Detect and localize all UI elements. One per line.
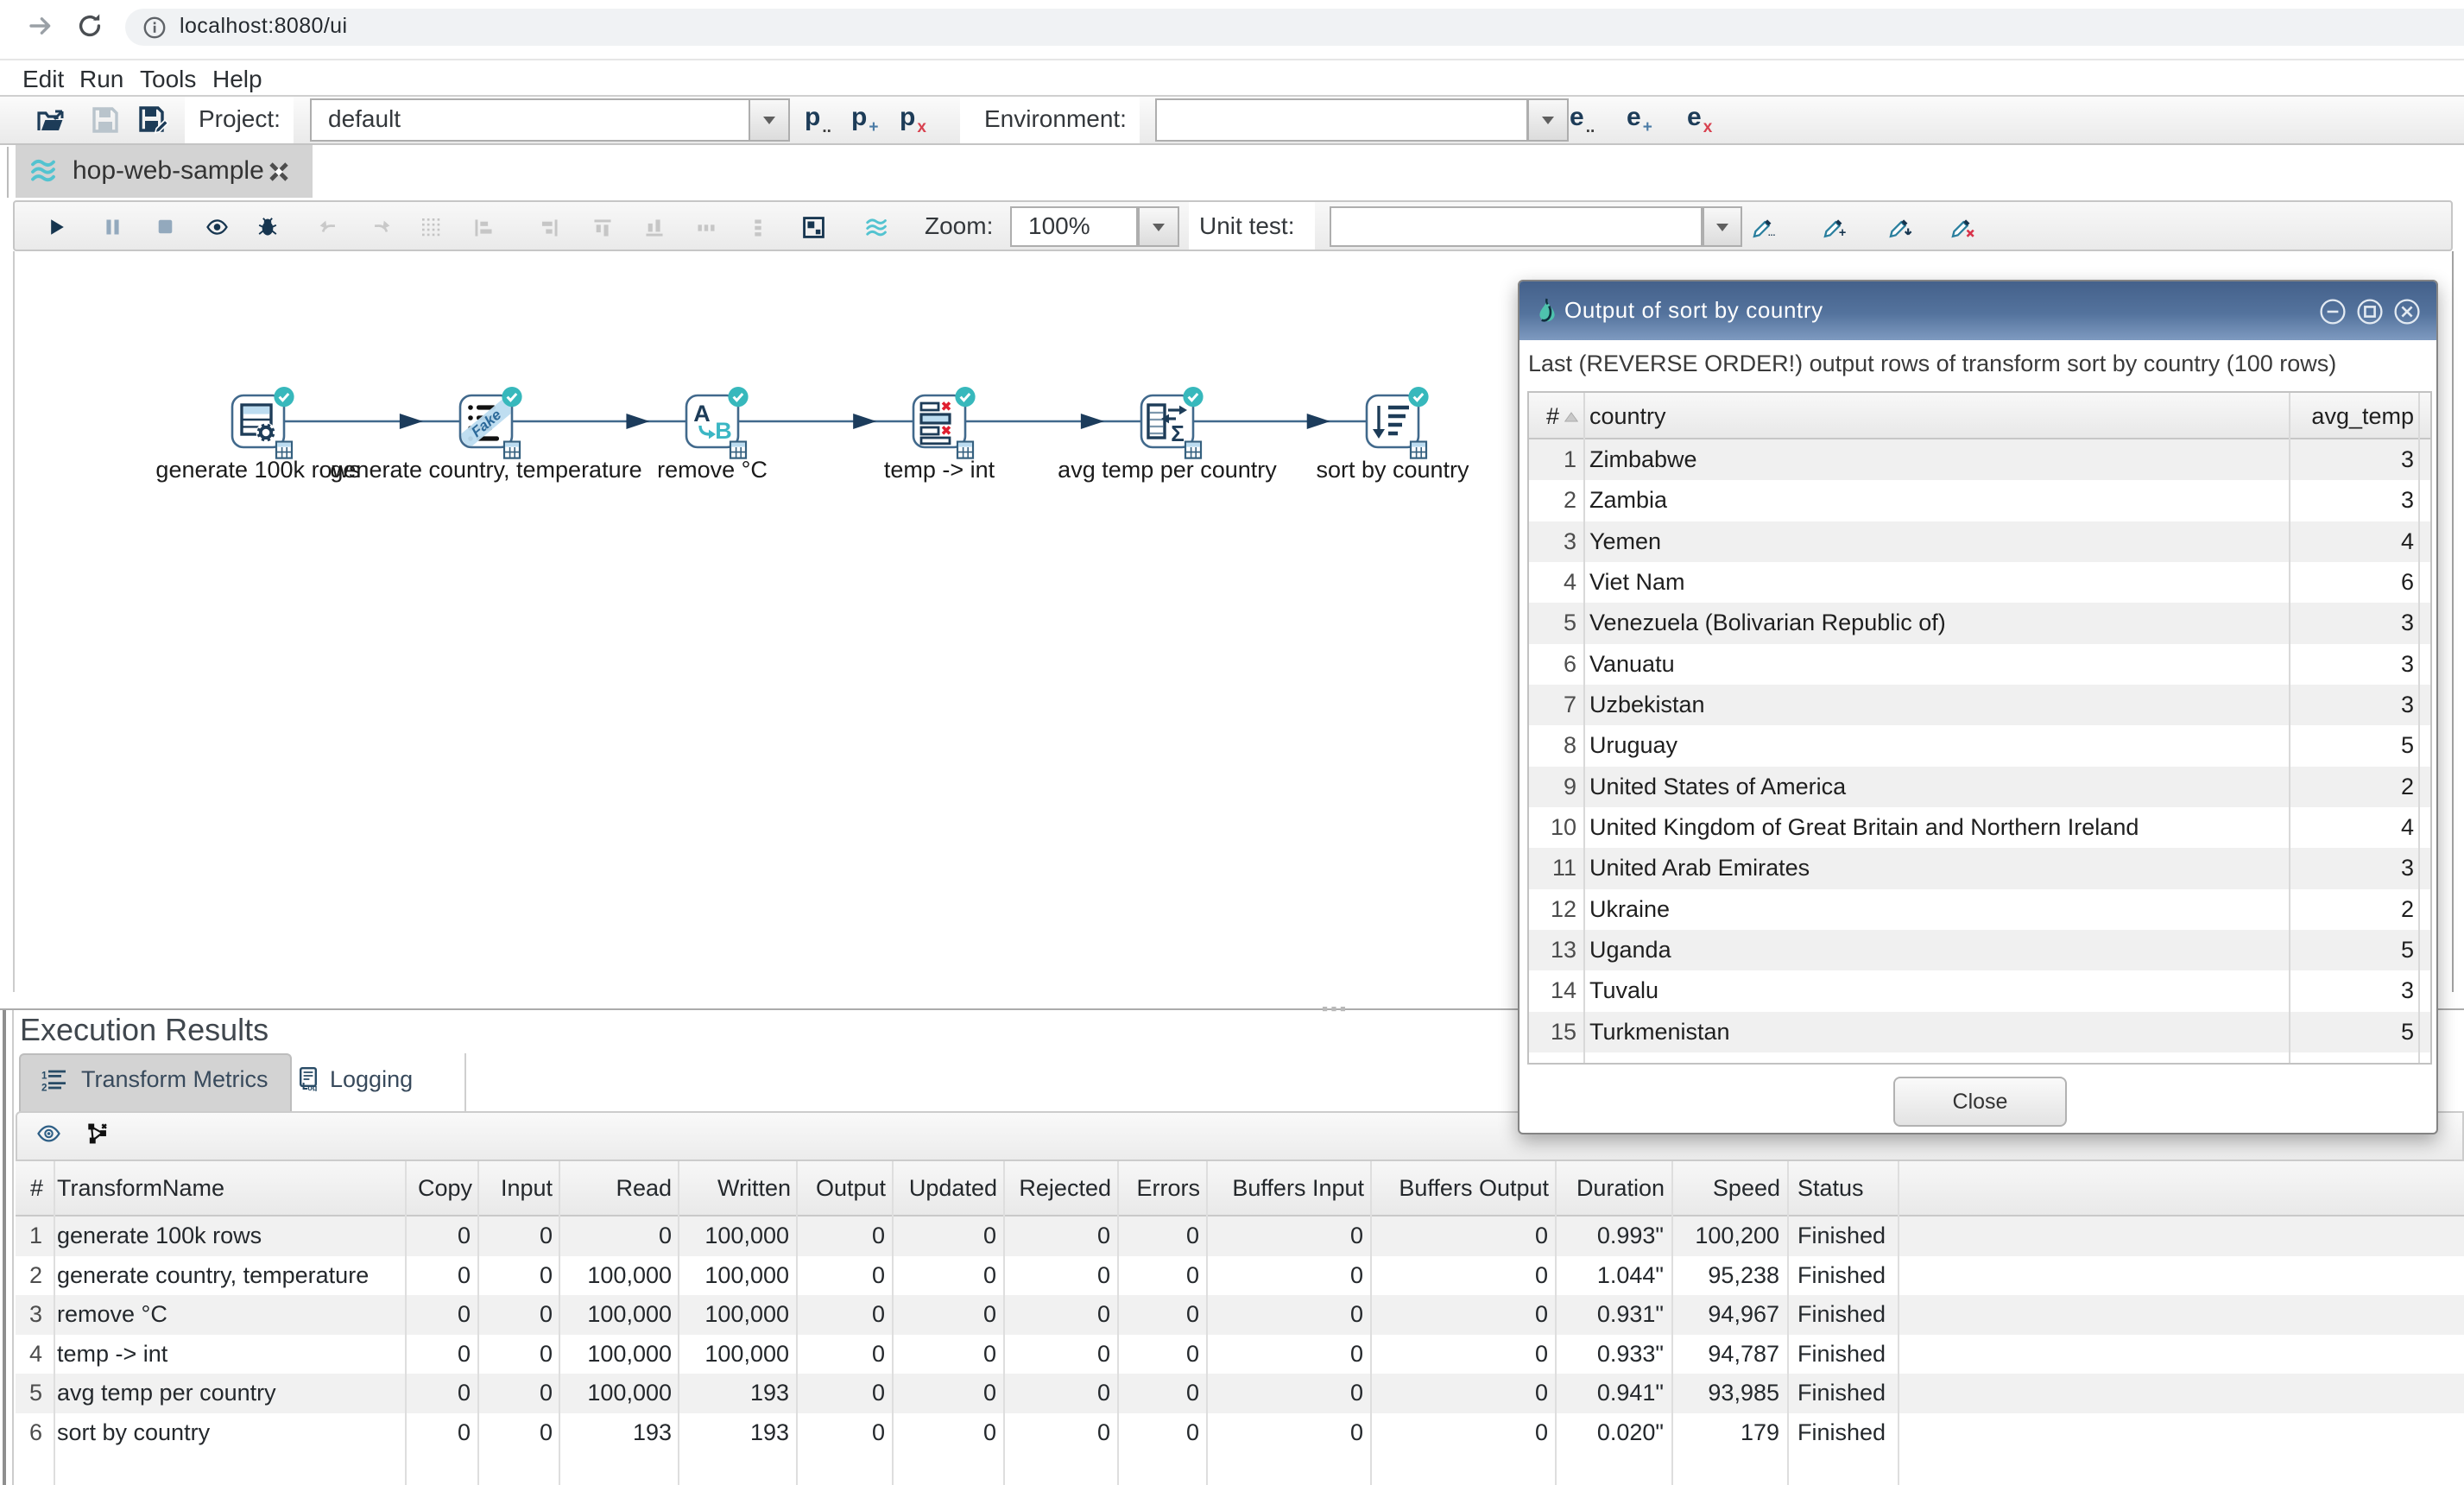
svg-text:...: ... <box>1768 229 1776 238</box>
svg-text:A: A <box>693 401 711 427</box>
svg-text:avg temp per country: avg temp per country <box>1058 457 1277 483</box>
svg-text:+: + <box>1839 226 1846 238</box>
svg-text:generate country, temperature: generate country, temperature <box>330 457 641 483</box>
svg-text:remove °C: remove °C <box>657 457 768 483</box>
svg-text:Σ: Σ <box>1171 420 1185 446</box>
svg-text:temp -> int: temp -> int <box>884 457 995 483</box>
svg-text:1: 1 <box>41 1070 47 1081</box>
svg-text:2: 2 <box>41 1082 47 1091</box>
svg-text:sort by country: sort by country <box>1316 457 1469 483</box>
svg-text:og: og <box>307 1084 317 1091</box>
svg-text:B: B <box>715 418 732 444</box>
